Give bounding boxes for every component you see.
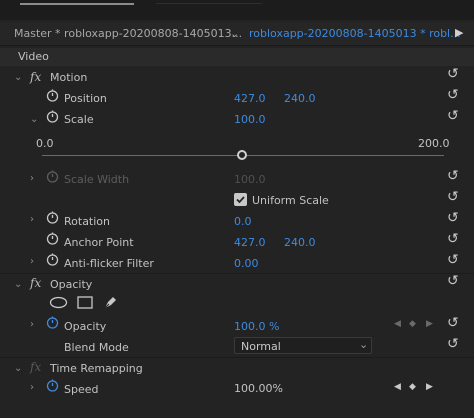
scale-slider-thumb[interactable] (237, 150, 247, 160)
position-x-value[interactable]: 427.0 (234, 92, 266, 105)
scale-value[interactable]: 100.0 (234, 113, 266, 126)
stopwatch-icon[interactable] (46, 232, 59, 248)
opacity-title: Opacity (50, 278, 93, 291)
expand-icon[interactable]: › (30, 382, 34, 393)
active-tab-indicator (20, 3, 134, 5)
reset-icon[interactable]: ↺ (447, 315, 459, 331)
video-section-header (0, 48, 474, 66)
next-keyframe-icon[interactable]: ▶ (426, 319, 433, 329)
anchor-point-y-value[interactable]: 240.0 (284, 236, 316, 249)
expand-icon[interactable]: › (30, 256, 34, 267)
position-label: Position (64, 92, 107, 105)
scale-width-value: 100.0 (234, 173, 266, 186)
reset-icon[interactable]: ↺ (447, 66, 459, 82)
speed-label: Speed (64, 383, 99, 396)
fx-icon[interactable]: fx (30, 70, 41, 84)
opacity-value[interactable]: 100.0 % (234, 320, 279, 333)
pen-mask-icon[interactable] (103, 294, 119, 313)
stopwatch-icon[interactable] (46, 89, 59, 105)
collapse-icon[interactable]: ⌄ (14, 363, 22, 374)
fx-icon[interactable]: fx (30, 276, 41, 290)
slider-max-label: 200.0 (418, 137, 450, 150)
add-keyframe-icon[interactable]: ◆ (409, 382, 416, 392)
stopwatch-icon[interactable] (46, 253, 59, 269)
prev-keyframe-icon[interactable]: ◀ (394, 382, 401, 392)
rotation-label: Rotation (64, 215, 111, 228)
fx-icon: fx (30, 360, 42, 374)
reset-icon[interactable]: ↺ (447, 210, 459, 226)
reset-icon[interactable]: ↺ (447, 336, 459, 352)
tab-indicator (156, 3, 262, 4)
collapse-icon[interactable]: ⌄ (30, 114, 38, 125)
next-keyframe-icon[interactable]: ▶ (426, 382, 433, 392)
reset-icon[interactable]: ↺ (447, 168, 459, 184)
stopwatch-icon[interactable] (46, 211, 59, 227)
uniform-scale-label: Uniform Scale (252, 194, 329, 207)
time-remapping-title: Time Remapping (50, 362, 143, 375)
reset-icon[interactable]: ↺ (447, 231, 459, 247)
blend-mode-label: Blend Mode (64, 341, 129, 354)
play-arrow-icon[interactable]: ▶ (455, 26, 463, 39)
collapse-icon[interactable]: ⌄ (14, 72, 22, 83)
stopwatch-icon-active[interactable] (46, 379, 59, 395)
scale-label: Scale (64, 113, 94, 126)
scale-width-label: Scale Width (64, 173, 130, 186)
position-y-value[interactable]: 240.0 (284, 92, 316, 105)
reset-icon[interactable]: ↺ (447, 87, 459, 103)
collapse-icon[interactable]: ⌄ (14, 279, 22, 290)
reset-icon[interactable]: ↺ (447, 189, 459, 205)
anti-flicker-value[interactable]: 0.00 (234, 257, 259, 270)
anchor-point-label: Anchor Point (64, 236, 134, 249)
slider-min-label: 0.0 (36, 137, 54, 150)
rotation-value[interactable]: 0.0 (234, 215, 252, 228)
chevron-down-icon[interactable]: ⌄ (359, 338, 368, 351)
prev-keyframe-icon[interactable]: ◀ (394, 319, 401, 329)
sequence-clip-tab[interactable]: robloxapp-20200808-1405013 * robl... (249, 27, 461, 40)
anchor-point-x-value[interactable]: 427.0 (234, 236, 266, 249)
motion-title: Motion (50, 71, 88, 84)
blend-mode-value: Normal (241, 340, 281, 353)
divider (0, 357, 474, 358)
expand-icon[interactable]: › (30, 319, 34, 330)
anti-flicker-label: Anti-flicker Filter (64, 257, 154, 270)
divider (0, 273, 474, 274)
stopwatch-icon-active[interactable] (46, 316, 59, 332)
uniform-scale-checkbox[interactable] (234, 193, 247, 206)
opacity-label: Opacity (64, 320, 107, 333)
stopwatch-icon (46, 170, 59, 186)
add-keyframe-icon[interactable]: ◆ (409, 319, 416, 329)
reset-icon[interactable]: ↺ (447, 252, 459, 268)
chevron-down-icon[interactable]: ⌄ (230, 27, 239, 40)
ellipse-mask-icon[interactable] (49, 296, 68, 312)
section-title: Video (18, 50, 49, 63)
master-clip-tab[interactable]: Master * robloxapp-20200808-1405013... (14, 27, 242, 40)
reset-icon[interactable]: ↺ (447, 108, 459, 124)
stopwatch-icon[interactable] (46, 110, 59, 126)
reset-icon[interactable]: ↺ (447, 273, 459, 289)
rectangle-mask-icon[interactable] (77, 296, 93, 312)
expand-icon[interactable]: › (30, 214, 34, 225)
speed-value[interactable]: 100.00% (234, 382, 283, 395)
expand-icon[interactable]: › (30, 173, 34, 184)
